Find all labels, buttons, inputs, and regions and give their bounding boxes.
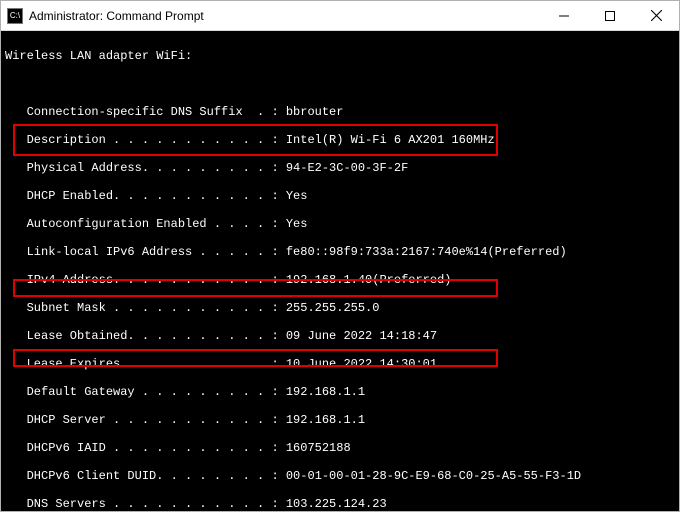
minimize-icon <box>559 11 569 21</box>
subnet-mask-line: Subnet Mask . . . . . . . . . . . : 255.… <box>5 301 675 315</box>
output-line: Connection-specific DNS Suffix . : bbrou… <box>5 105 675 119</box>
output-line: DHCPv6 Client DUID. . . . . . . . : 00-0… <box>5 469 675 483</box>
terminal-output[interactable]: Wireless LAN adapter WiFi: Connection-sp… <box>1 31 679 511</box>
output-line: Link-local IPv6 Address . . . . . : fe80… <box>5 245 675 259</box>
maximize-icon <box>605 11 615 21</box>
output-line: Physical Address. . . . . . . . . : 94-E… <box>5 161 675 175</box>
section-header: Wireless LAN adapter WiFi: <box>5 49 675 63</box>
output-line: Description . . . . . . . . . . . : Inte… <box>5 133 675 147</box>
cmd-icon: C:\ <box>7 8 23 24</box>
output-line: DHCP Enabled. . . . . . . . . . . : Yes <box>5 189 675 203</box>
output-line: DHCPv6 IAID . . . . . . . . . . . : 1607… <box>5 441 675 455</box>
window-controls <box>541 1 679 30</box>
title-bar[interactable]: C:\ Administrator: Command Prompt <box>1 1 679 31</box>
minimize-button[interactable] <box>541 1 587 30</box>
ipv4-address-line: IPv4 Address. . . . . . . . . . . : 192.… <box>5 273 675 287</box>
close-button[interactable] <box>633 1 679 30</box>
output-line: Autoconfiguration Enabled . . . . : Yes <box>5 217 675 231</box>
cmd-window: C:\ Administrator: Command Prompt Wirele… <box>0 0 680 512</box>
maximize-button[interactable] <box>587 1 633 30</box>
blank-line <box>5 77 675 91</box>
default-gateway-line: Default Gateway . . . . . . . . . : 192.… <box>5 385 675 399</box>
window-title: Administrator: Command Prompt <box>29 9 541 23</box>
close-icon <box>651 10 662 21</box>
output-line: Lease Obtained. . . . . . . . . . : 09 J… <box>5 329 675 343</box>
output-line: Lease Expires . . . . . . . . . . : 10 J… <box>5 357 675 371</box>
dns-servers-line: DNS Servers . . . . . . . . . . . : 103.… <box>5 497 675 511</box>
output-line: DHCP Server . . . . . . . . . . . : 192.… <box>5 413 675 427</box>
